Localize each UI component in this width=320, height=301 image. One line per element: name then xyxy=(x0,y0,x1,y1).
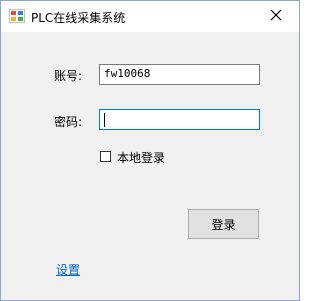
close-button[interactable] xyxy=(253,1,299,32)
local-login-checkbox[interactable] xyxy=(100,151,111,162)
settings-link[interactable]: 设置 xyxy=(56,261,80,278)
form-area: 账号: fw10068 密码: 本地登录 登录 设置 xyxy=(1,32,299,300)
login-window: PLC在线采集系统 账号: fw10068 密码: 本地登录 登录 设置 xyxy=(0,0,300,301)
login-button[interactable]: 登录 xyxy=(188,209,259,239)
password-label: 密码: xyxy=(54,115,83,129)
title-bar: PLC在线采集系统 xyxy=(1,1,299,32)
window-title: PLC在线采集系统 xyxy=(31,11,126,25)
app-icon xyxy=(8,8,26,24)
password-input[interactable] xyxy=(99,109,260,130)
text-caret xyxy=(104,113,105,127)
close-icon xyxy=(270,9,282,24)
account-label: 账号: xyxy=(54,69,83,83)
local-login-label[interactable]: 本地登录 xyxy=(117,149,165,166)
account-input[interactable]: fw10068 xyxy=(99,64,260,85)
